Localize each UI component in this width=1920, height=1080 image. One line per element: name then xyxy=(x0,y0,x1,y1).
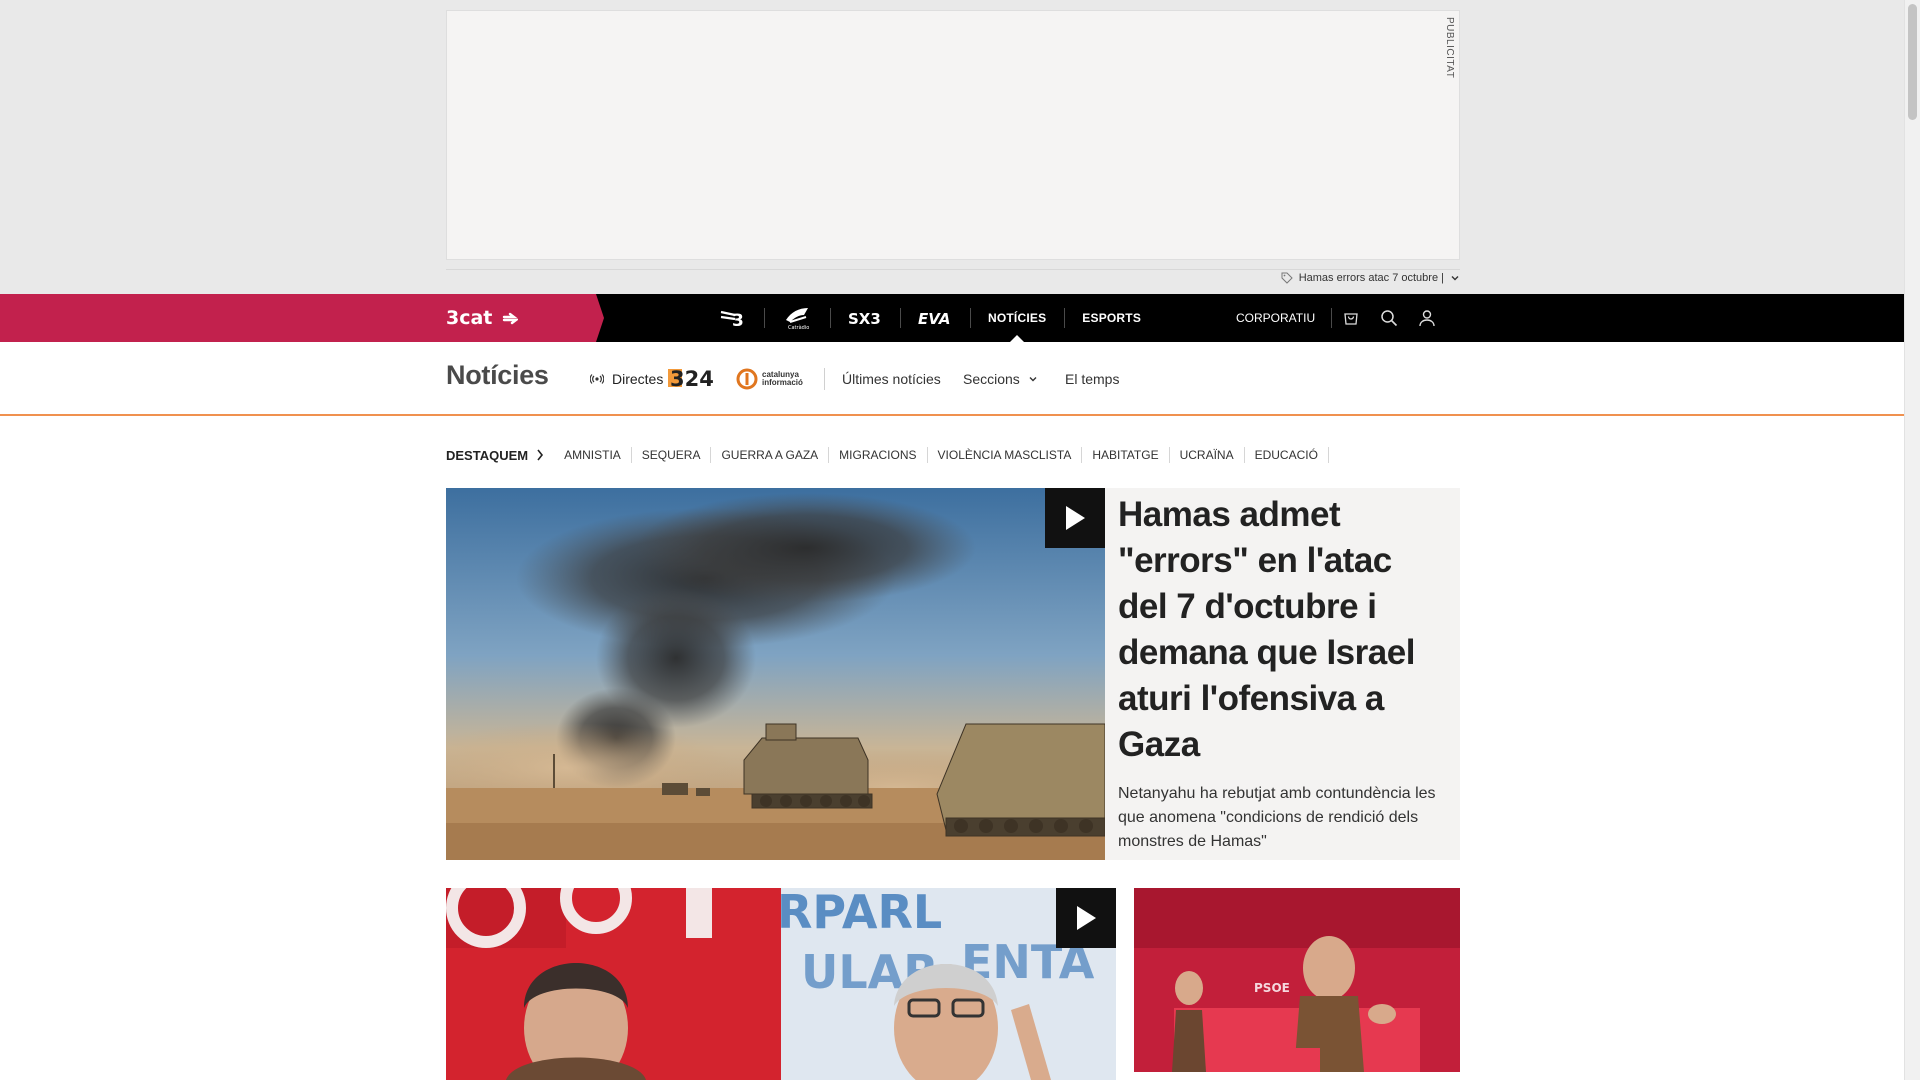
chevron-down-icon[interactable] xyxy=(1450,273,1460,283)
politician-photo xyxy=(446,888,781,1080)
page-scrollbar[interactable] xyxy=(1904,0,1920,1080)
network-bar: 3cat 3 Catràdio SX3 EVA NOTÍCIES ESPORTS… xyxy=(0,294,1904,342)
story-image-rally[interactable]: PSOE xyxy=(1134,888,1460,1072)
svg-text:RPARL: RPARL xyxy=(781,888,942,939)
live-broadcast-icon xyxy=(590,374,604,384)
network-item-eva[interactable]: EVA xyxy=(900,294,970,342)
trending-topic[interactable]: Hamas errors atac 7 octubre | xyxy=(1281,272,1460,284)
military-vehicles-photo xyxy=(446,488,1105,860)
ad-label: PUBLICITAT xyxy=(1444,17,1455,79)
highlight-tag[interactable]: AMNISTIA xyxy=(554,447,632,463)
svg-text:PSOE: PSOE xyxy=(1254,981,1290,995)
divider xyxy=(824,368,825,390)
channel-324-logo[interactable]: 324 xyxy=(668,366,722,395)
3cat-logo[interactable]: 3cat xyxy=(446,306,518,330)
corporate-link[interactable]: CORPORATIU xyxy=(1236,308,1333,328)
play-icon xyxy=(1066,506,1085,530)
live-link[interactable]: Directes xyxy=(590,342,663,416)
play-icon xyxy=(1077,906,1096,930)
latest-news-label: Últimes notícies xyxy=(842,371,941,387)
shop-icon[interactable] xyxy=(1332,294,1370,342)
channel-324-icon: 324 xyxy=(668,367,714,391)
main-story-card[interactable]: Hamas admet "errors" en l'atac del 7 d'o… xyxy=(446,488,1460,860)
network-item-esports[interactable]: ESPORTS xyxy=(1064,294,1159,342)
ci-text-line: informació xyxy=(762,378,803,387)
search-icon[interactable] xyxy=(1370,294,1408,342)
trending-topic-label: Hamas errors atac 7 octubre | xyxy=(1298,272,1444,284)
channel-324-label: 324 xyxy=(670,367,714,390)
network-utilities: CORPORATIU xyxy=(1236,294,1446,342)
highlight-tag[interactable]: UCRAÏNA xyxy=(1170,447,1245,463)
svg-text:Catràdio: Catràdio xyxy=(788,324,809,330)
ci-text: catalunya informació xyxy=(762,371,803,387)
svg-text:EVA: EVA xyxy=(918,310,950,328)
catradio-logo-icon: Catràdio xyxy=(786,308,809,330)
highlight-tag[interactable]: MIGRACIONS xyxy=(829,447,928,463)
highlight-tag[interactable]: GUERRA A GAZA xyxy=(711,447,830,463)
play-video-button[interactable] xyxy=(1056,888,1116,948)
main-story-image[interactable] xyxy=(446,488,1105,860)
3cat-logo-icon: 3cat xyxy=(446,307,518,329)
network-item-sx3[interactable]: SX3 xyxy=(830,294,900,342)
highlights-title: DESTAQUEM xyxy=(446,447,529,463)
brand-name: 3cat xyxy=(446,307,492,329)
network-item-catradio[interactable]: Catràdio xyxy=(764,294,830,342)
main-story-headline[interactable]: Hamas admet "errors" en l'atac del 7 d'o… xyxy=(1118,492,1450,768)
network-nav: 3 Catràdio SX3 EVA NOTÍCIES ESPORTS xyxy=(700,294,1159,342)
user-icon[interactable] xyxy=(1408,294,1446,342)
highlight-tag[interactable]: VIOLÈNCIA MASCLISTA xyxy=(928,447,1083,463)
highlight-tag[interactable]: SEQUERA xyxy=(632,447,712,463)
main-story-text: Hamas admet "errors" en l'atac del 7 d'o… xyxy=(1118,492,1450,854)
tv3-logo-icon: 3 xyxy=(720,310,744,329)
highlight-tag[interactable]: EDUCACIÓ xyxy=(1245,447,1329,463)
play-video-button[interactable] xyxy=(1045,488,1105,548)
rally-photo: PSOE xyxy=(1134,888,1460,1072)
ad-zone: PUBLICITAT Hamas errors atac 7 octubre | xyxy=(0,0,1904,294)
network-item-tv3[interactable]: 3 xyxy=(700,294,764,342)
story-image-feijoo[interactable]: RPARL ENTA ULAR xyxy=(781,888,1116,1080)
chevron-right-icon xyxy=(537,449,544,461)
weather-link[interactable]: El temps xyxy=(1065,342,1119,416)
sections-dropdown[interactable]: Seccions xyxy=(963,342,1038,416)
chevron-down-icon xyxy=(1029,377,1037,382)
svg-text:SX3: SX3 xyxy=(848,310,881,328)
network-item-label: NOTÍCIES xyxy=(988,311,1047,325)
sections-label: Seccions xyxy=(963,371,1020,387)
live-label: Directes xyxy=(612,371,664,387)
scrollbar-thumb[interactable] xyxy=(1908,4,1917,120)
weather-label: El temps xyxy=(1065,371,1120,387)
highlights-bar: DESTAQUEM AMNISTIA SEQUERA GUERRA A GAZA… xyxy=(446,444,1329,466)
ad-divider xyxy=(446,269,1460,270)
main-story-lead: Netanyahu ha rebutjat amb contundència l… xyxy=(1118,785,1436,850)
page-title[interactable]: Notícies xyxy=(446,360,549,391)
svg-text:3: 3 xyxy=(732,311,744,329)
catalunya-informacio-icon xyxy=(736,368,758,390)
ad-banner[interactable]: PUBLICITAT xyxy=(446,10,1460,260)
network-item-noticies[interactable]: NOTÍCIES xyxy=(970,294,1064,342)
eva-logo-icon: EVA xyxy=(918,310,950,328)
latest-news-link[interactable]: Últimes notícies xyxy=(842,342,941,416)
story-image-sanchez[interactable] xyxy=(446,888,781,1080)
section-header: Notícies Directes 324 catalunya informac… xyxy=(0,342,1904,416)
highlights-label[interactable]: DESTAQUEM xyxy=(446,448,554,463)
catalunya-informacio-logo[interactable]: catalunya informació xyxy=(736,368,803,390)
tag-icon xyxy=(1281,272,1293,284)
network-item-label: ESPORTS xyxy=(1082,311,1142,325)
highlight-tag[interactable]: HABITATGE xyxy=(1082,447,1170,463)
sx3-logo-icon: SX3 xyxy=(848,310,881,328)
